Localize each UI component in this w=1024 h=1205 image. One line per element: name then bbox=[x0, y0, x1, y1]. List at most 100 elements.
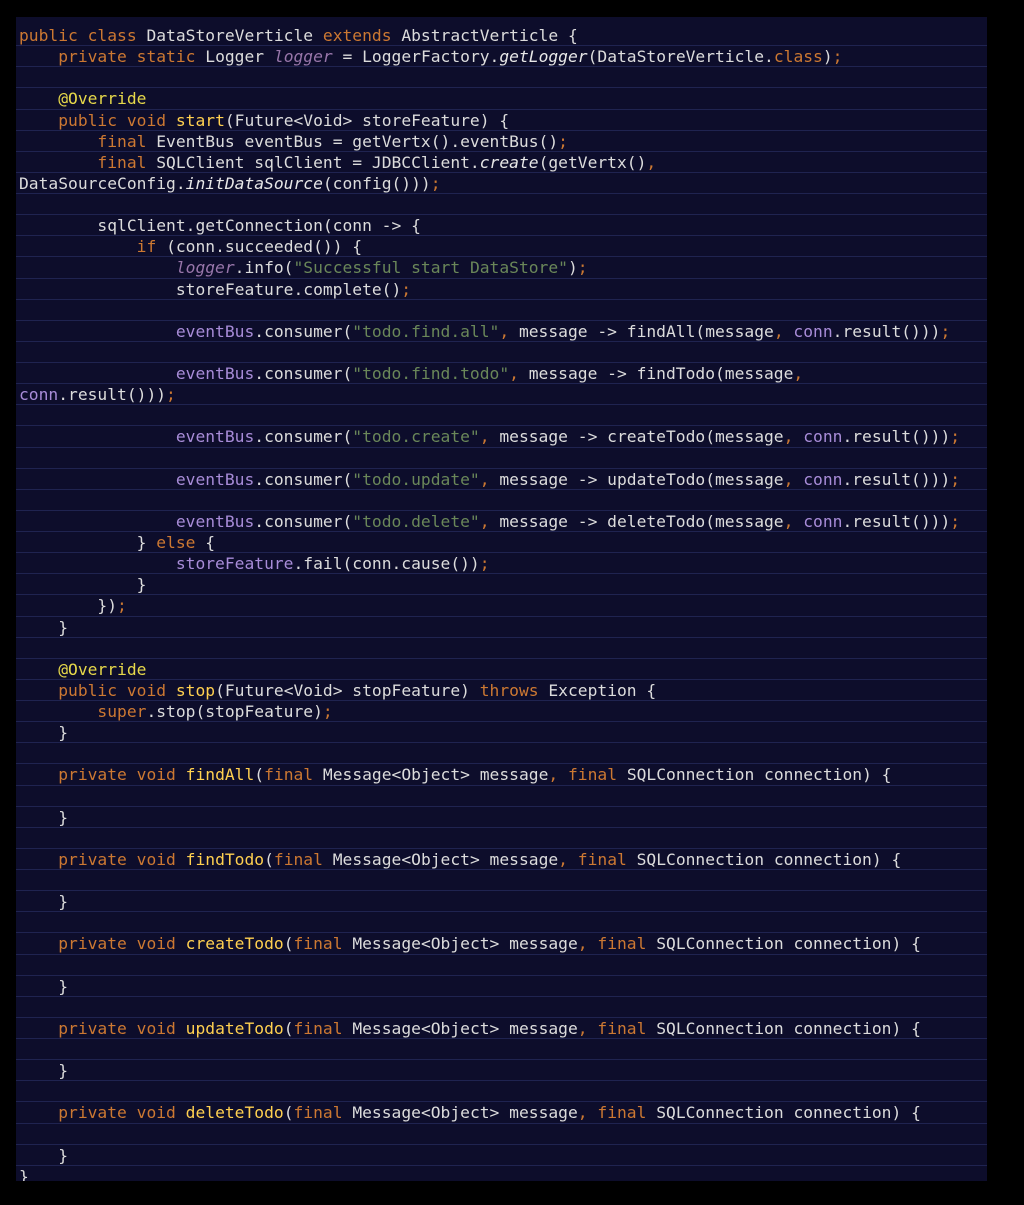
code-line: private void updateTodo(final Message<Ob… bbox=[16, 1018, 987, 1039]
code-token: public class bbox=[19, 26, 147, 45]
code-token: Exception { bbox=[548, 680, 657, 700]
code-token: "todo.find.all" bbox=[352, 321, 500, 341]
code-line: DataSourceConfig.initDataSource(config()… bbox=[16, 173, 987, 194]
code-token: (DataStoreVerticle. bbox=[587, 47, 774, 67]
code-line: conn.result())); bbox=[16, 384, 987, 406]
code-line: public void start(Future<Void> storeFeat… bbox=[16, 110, 987, 131]
code-token: (conn.succeeded()) { bbox=[166, 237, 363, 257]
code-token: } bbox=[19, 575, 147, 595]
code-token: } bbox=[19, 807, 69, 827]
code-token: if bbox=[136, 237, 167, 257]
code-line: if (conn.succeeded()) { bbox=[16, 236, 987, 258]
code-token: .consumer( bbox=[254, 469, 353, 489]
code-line bbox=[16, 828, 987, 849]
code-token: Message<Object> message bbox=[352, 1018, 578, 1038]
code-token: eventBus bbox=[175, 321, 255, 341]
code-token: "todo.update" bbox=[352, 469, 480, 489]
code-token: SQLConnection connection) { bbox=[656, 934, 921, 954]
code-token: conn bbox=[803, 427, 843, 447]
code-token: private void bbox=[58, 849, 186, 869]
code-token: ; bbox=[832, 47, 843, 67]
code-token: ; bbox=[430, 173, 441, 193]
code-token: ) bbox=[567, 258, 578, 278]
code-line bbox=[16, 448, 987, 469]
code-token: } bbox=[19, 723, 69, 743]
code-token: SQLConnection connection) { bbox=[626, 765, 892, 785]
code-token: .stop(stopFeature) bbox=[146, 702, 323, 721]
code-token: DataStoreVerticle bbox=[146, 26, 323, 45]
code-line bbox=[16, 1039, 987, 1061]
code-token: .consumer( bbox=[254, 364, 353, 383]
code-token: }) bbox=[19, 596, 118, 616]
code-token: "Successful start DataStore" bbox=[293, 258, 568, 278]
code-line: @Override bbox=[16, 659, 987, 680]
code-token: final bbox=[597, 1018, 657, 1038]
code-token: message -> deleteTodo(message bbox=[499, 511, 784, 531]
code-line: private void findTodo(final Message<Obje… bbox=[16, 849, 987, 870]
code-line: } bbox=[16, 722, 987, 744]
code-token: .result())) bbox=[842, 469, 951, 489]
code-line: super.stop(stopFeature); bbox=[16, 701, 987, 723]
code-token: logger bbox=[175, 258, 235, 278]
code-line: sqlClient.getConnection(conn -> { bbox=[16, 215, 987, 237]
code-token: message -> findTodo(message bbox=[528, 364, 794, 383]
code-line bbox=[16, 870, 987, 892]
code-token: , bbox=[577, 1018, 598, 1038]
code-line: logger.info("Successful start DataStore"… bbox=[16, 257, 987, 279]
code-token: ) bbox=[822, 47, 833, 67]
code-line bbox=[16, 1124, 987, 1145]
code-token: SQLConnection connection) { bbox=[656, 1018, 921, 1038]
code-token: eventBus bbox=[175, 364, 255, 383]
code-line bbox=[16, 638, 987, 659]
code-token: , bbox=[558, 849, 578, 869]
code-token: , bbox=[577, 934, 598, 954]
code-token: SQLClient sqlClient = JDBCClient. bbox=[156, 152, 480, 172]
code-line: private static Logger logger = LoggerFac… bbox=[16, 46, 987, 68]
code-token: ; bbox=[940, 321, 951, 341]
code-token: ; bbox=[322, 702, 333, 721]
code-token: eventBus bbox=[175, 469, 255, 489]
code-token: (Future<Void> stopFeature) bbox=[215, 680, 480, 700]
code-token: EventBus eventBus = getVertx().eventBus(… bbox=[156, 131, 559, 151]
code-token: ; bbox=[166, 385, 176, 405]
code-token: getLogger bbox=[499, 47, 588, 67]
code-editor[interactable]: public class DataStoreVerticle extends A… bbox=[16, 17, 987, 1181]
code-token: create bbox=[479, 152, 539, 172]
code-token: deleteTodo bbox=[185, 1103, 284, 1123]
code-token: } bbox=[19, 892, 69, 912]
code-token: super bbox=[97, 702, 147, 721]
code-token: storeFeature.complete() bbox=[19, 279, 402, 299]
code-token: final bbox=[97, 131, 157, 151]
code-token: ; bbox=[558, 131, 568, 151]
code-token: message -> findAll(message bbox=[518, 321, 774, 341]
code-token: final bbox=[597, 934, 657, 954]
code-token: conn bbox=[19, 385, 59, 405]
code-line bbox=[16, 786, 987, 807]
code-token: message -> updateTodo(message bbox=[499, 469, 784, 489]
code-token: ; bbox=[950, 511, 961, 531]
code-line: eventBus.consumer("todo.delete", message… bbox=[16, 511, 987, 532]
code-token: private void bbox=[58, 765, 186, 785]
code-token: (Future<Void> storeFeature) { bbox=[224, 110, 510, 130]
code-token: final bbox=[293, 1103, 353, 1123]
code-token: final bbox=[577, 849, 637, 869]
code-line: eventBus.consumer("todo.find.all", messa… bbox=[16, 321, 987, 342]
code-line: final SQLClient sqlClient = JDBCClient.c… bbox=[16, 152, 987, 173]
code-token: .result())) bbox=[58, 385, 167, 405]
code-line: eventBus.consumer("todo.find.todo", mess… bbox=[16, 363, 987, 385]
code-token: ; bbox=[577, 258, 588, 278]
code-view: public class DataStoreVerticle extends A… bbox=[16, 25, 987, 1181]
code-token: stop bbox=[175, 680, 216, 700]
code-token: extends bbox=[322, 26, 402, 45]
code-token: .result())) bbox=[842, 511, 951, 531]
code-token: final bbox=[97, 152, 157, 172]
code-token: else bbox=[156, 533, 206, 552]
